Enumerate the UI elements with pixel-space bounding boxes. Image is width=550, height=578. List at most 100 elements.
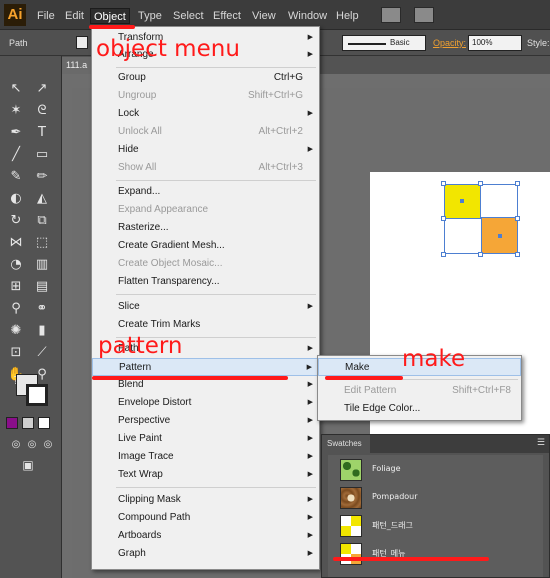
eraser-tool-icon[interactable]: ◭	[32, 190, 52, 208]
swatch-item-foliage[interactable]: Foliage	[328, 457, 543, 483]
annotation-underline	[333, 557, 489, 561]
shape-builder-tool-icon[interactable]: ◔	[6, 256, 26, 274]
menu-separator	[116, 294, 316, 295]
symbol-sprayer-tool-icon[interactable]: ✺	[6, 322, 26, 340]
gradient-mode-icon[interactable]	[22, 417, 34, 429]
submenu-arrow-icon: ▶	[307, 453, 313, 460]
panel-menu-icon[interactable]: ☰	[537, 438, 545, 448]
artboard-tool-icon[interactable]: ⊡	[6, 344, 26, 362]
gradient-tool-icon[interactable]: ▤	[32, 278, 52, 296]
menu-item-perspective[interactable]: Perspective ▶	[92, 412, 319, 430]
annotation-underline	[325, 376, 403, 380]
menu-item-rasterize[interactable]: Rasterize...	[92, 219, 319, 237]
selection-handle[interactable]	[478, 252, 483, 257]
free-transform-tool-icon[interactable]: ⬚	[32, 234, 52, 252]
submenu-arrow-icon: ▶	[307, 550, 313, 557]
menu-item-envelope-distort[interactable]: Envelope Distort ▶	[92, 394, 319, 412]
menu-item-graph[interactable]: Graph ▶	[92, 545, 319, 563]
width-tool-icon[interactable]: ⋈	[6, 234, 26, 252]
swatch-item-pompadour[interactable]: Pompadour	[328, 485, 543, 511]
menu-file[interactable]: File	[34, 8, 58, 24]
stroke-style-dropdown[interactable]: Basic	[342, 35, 426, 51]
menu-select[interactable]: Select	[170, 8, 207, 24]
type-tool-icon[interactable]: T	[32, 124, 52, 142]
pen-tool-icon[interactable]: ✒	[6, 124, 26, 142]
lasso-tool-icon[interactable]: ᘓ	[32, 102, 52, 120]
menu-item-pattern[interactable]: Pattern ▶	[92, 358, 319, 376]
menu-item-flatten-transparency[interactable]: Flatten Transparency...	[92, 273, 319, 291]
submenu-arrow-icon: ▶	[307, 514, 313, 521]
arrange-documents-icon[interactable]	[414, 7, 434, 23]
rectangle-tool-icon[interactable]: ▭	[32, 146, 52, 164]
column-graph-tool-icon[interactable]: ▮	[32, 322, 52, 340]
opacity-field[interactable]: 100%	[468, 35, 522, 51]
menu-item-expand[interactable]: Expand...	[92, 183, 319, 201]
selection-handle[interactable]	[441, 181, 446, 186]
menu-object[interactable]: Object	[90, 8, 130, 24]
bridge-icon[interactable]	[381, 7, 401, 23]
mesh-tool-icon[interactable]: ⊞	[6, 278, 26, 296]
swatch-item-pattern-menu[interactable]: 패턴_메뉴	[328, 541, 543, 567]
menu-separator	[116, 67, 316, 68]
menu-window[interactable]: Window	[285, 8, 330, 24]
graph-tool-icon[interactable]: ▥	[32, 256, 52, 274]
opacity-label[interactable]: Opacity:	[433, 38, 466, 48]
panel-tab-bar: Swatches ☰	[322, 435, 549, 453]
menu-item-artboards[interactable]: Artboards ▶	[92, 527, 319, 545]
tools-panel: ↖ ↗ ✶ ᘓ ✒ T ╱ ▭ ✎ ✏ ◐ ◭ ↻ ⧉ ⋈ ⬚ ◔ ▥ ⊞ ▤ …	[0, 56, 62, 578]
scale-tool-icon[interactable]: ⧉	[32, 212, 52, 230]
pencil-tool-icon[interactable]: ✏	[32, 168, 52, 186]
blend-tool-icon[interactable]: ⚭	[32, 300, 52, 318]
direct-selection-tool-icon[interactable]: ↗	[32, 80, 52, 98]
menu-effect[interactable]: Effect	[210, 8, 244, 24]
selection-handle[interactable]	[441, 252, 446, 257]
color-mode-icon[interactable]	[6, 417, 18, 429]
eyedropper-tool-icon[interactable]: ⚲	[6, 300, 26, 318]
selection-handle[interactable]	[515, 216, 520, 221]
selection-handle[interactable]	[441, 216, 446, 221]
draw-inside-icon[interactable]: ◎	[38, 436, 58, 454]
menu-item-compound-path[interactable]: Compound Path ▶	[92, 509, 319, 527]
menu-edit[interactable]: Edit	[62, 8, 87, 24]
line-tool-icon[interactable]: ╱	[6, 146, 26, 164]
vertical-ruler	[62, 74, 72, 578]
fill-indicator[interactable]	[76, 36, 88, 49]
menu-item-lock[interactable]: Lock ▶	[92, 105, 319, 123]
menu-item-slice[interactable]: Slice ▶	[92, 298, 319, 316]
selection-handle[interactable]	[478, 181, 483, 186]
menu-separator	[116, 487, 316, 488]
menu-item-show-all: Show All Alt+Ctrl+3	[118, 162, 303, 173]
menu-view[interactable]: View	[249, 8, 279, 24]
menu-item-hide[interactable]: Hide ▶	[92, 141, 319, 159]
selection-handle[interactable]	[515, 252, 520, 257]
menu-separator	[116, 180, 316, 181]
paintbrush-tool-icon[interactable]: ✎	[6, 168, 26, 186]
swatches-tab[interactable]: Swatches	[322, 435, 370, 453]
rotate-tool-icon[interactable]: ↻	[6, 212, 26, 230]
menu-item-create-trim-marks[interactable]: Create Trim Marks	[92, 316, 319, 334]
menu-item-create-gradient-mesh[interactable]: Create Gradient Mesh...	[92, 237, 319, 255]
submenu-arrow-icon: ▶	[307, 345, 313, 352]
menu-type[interactable]: Type	[135, 8, 165, 24]
selection-tool-icon[interactable]: ↖	[6, 80, 26, 98]
menu-item-image-trace[interactable]: Image Trace ▶	[92, 448, 319, 466]
slice-tool-icon[interactable]: ⟋	[32, 344, 52, 362]
none-mode-icon[interactable]	[38, 417, 50, 429]
screen-mode-icon[interactable]: ▣	[18, 456, 38, 474]
magic-wand-tool-icon[interactable]: ✶	[6, 102, 26, 120]
menu-item-live-paint[interactable]: Live Paint ▶	[92, 430, 319, 448]
swatch-item-pattern-drag[interactable]: 패턴_드래그	[328, 513, 543, 539]
app-logo: Ai	[4, 4, 26, 26]
stroke-color-swatch[interactable]	[26, 384, 48, 406]
submenu-arrow-icon: ▶	[306, 364, 312, 371]
submenu-item-tile-edge-color[interactable]: Tile Edge Color...	[318, 400, 521, 418]
submenu-arrow-icon: ▶	[307, 435, 313, 442]
annotation-pattern: pattern	[98, 333, 183, 359]
menu-item-clipping-mask[interactable]: Clipping Mask ▶	[92, 491, 319, 509]
menu-item-create-object-mosaic: Create Object Mosaic...	[118, 258, 223, 269]
menu-help[interactable]: Help	[333, 8, 362, 24]
menu-item-text-wrap[interactable]: Text Wrap ▶	[92, 466, 319, 484]
menu-item-group[interactable]: Group Ctrl+G	[92, 69, 319, 87]
blob-brush-tool-icon[interactable]: ◐	[6, 190, 26, 208]
selection-handle[interactable]	[515, 181, 520, 186]
